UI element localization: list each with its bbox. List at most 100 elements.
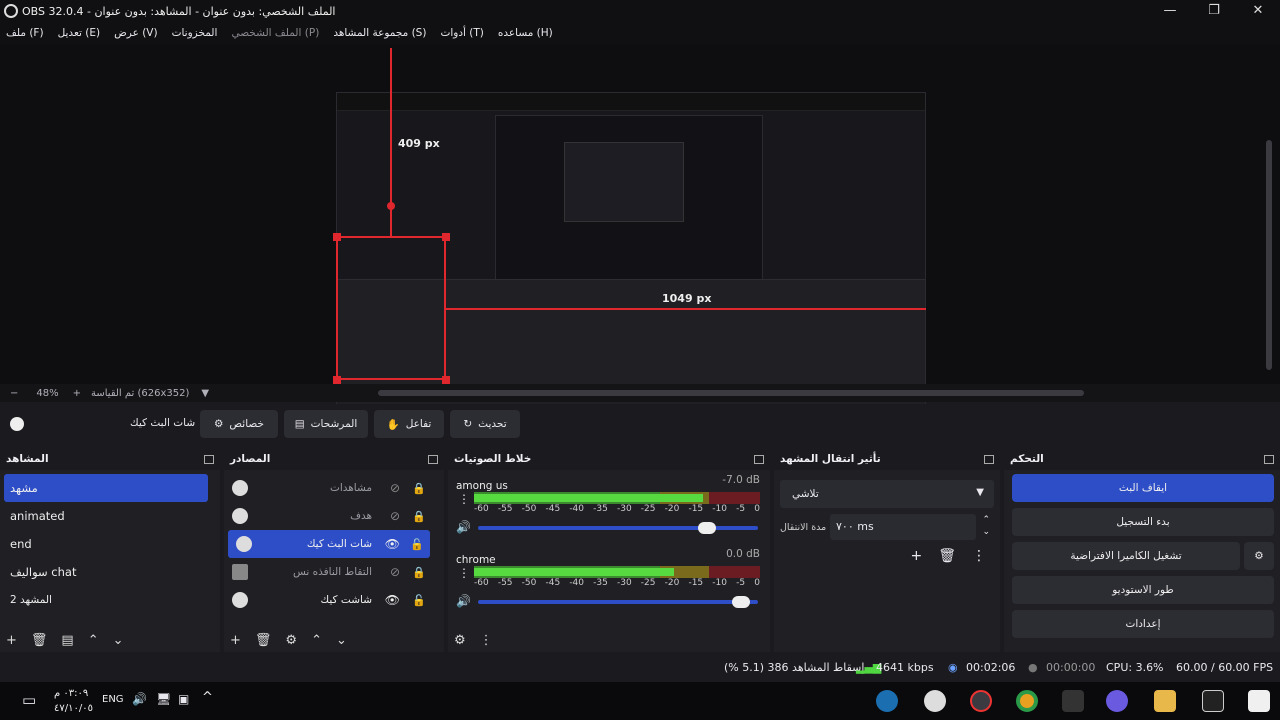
menu-view[interactable]: عرض (V) — [114, 27, 157, 39]
minimize-button[interactable]: — — [1148, 0, 1192, 22]
move-down-icon[interactable]: ⌄ — [113, 633, 124, 648]
source-row[interactable]: التقاط النافذه نس ⊘ 🔒 — [224, 558, 444, 586]
source-properties-icon[interactable]: ⚙ — [285, 633, 297, 648]
scene-item[interactable]: سواليف chat — [0, 558, 220, 586]
undock-icon[interactable] — [984, 454, 994, 464]
speaker-icon[interactable]: 🔊 — [456, 594, 471, 608]
unlock-icon[interactable]: 🔓 — [410, 538, 424, 551]
unlock-icon[interactable]: 🔓 — [412, 594, 426, 607]
resize-handle-bottomright[interactable] — [442, 376, 450, 384]
preview-horizontal-scrollbar[interactable] — [378, 390, 1084, 396]
scene-item[interactable]: end — [0, 530, 220, 558]
scene-item[interactable]: المشهد 2 — [0, 586, 220, 614]
resize-handle-topleft[interactable] — [333, 233, 341, 241]
volume-knob[interactable] — [698, 522, 716, 534]
menu-edit[interactable]: تعديل (E) — [58, 27, 101, 39]
add-source-icon[interactable]: + — [230, 633, 241, 648]
obs-icon[interactable] — [924, 690, 946, 712]
settings-button[interactable]: إعدادات — [1012, 610, 1274, 638]
file-explorer-icon[interactable] — [1154, 690, 1176, 712]
duration-stepper[interactable]: ⌃ ⌄ — [982, 514, 990, 538]
lock-icon[interactable]: 🔒 — [412, 510, 426, 523]
tray-expand-icon[interactable]: ^ — [202, 690, 213, 705]
notification-icon[interactable]: ▭ — [22, 691, 36, 709]
filters-button[interactable]: ▤ المرشحات — [284, 410, 368, 438]
channel-menu-icon[interactable]: ⋮ — [458, 492, 470, 506]
preview-vertical-scrollbar[interactable] — [1266, 140, 1272, 370]
volume-knob[interactable] — [731, 596, 750, 608]
resize-handle-topright[interactable] — [442, 233, 450, 241]
menu-docks[interactable]: المخزونات — [172, 27, 218, 39]
start-virtual-camera-button[interactable]: تشغيل الكاميرا الافتراضية — [1012, 542, 1240, 570]
obs-active-icon[interactable] — [970, 690, 992, 712]
source-row[interactable]: مشاهدات ⊘ 🔒 — [224, 474, 444, 502]
zoom-out-button[interactable]: − — [10, 388, 18, 399]
menu-scene-collection[interactable]: مجموعة المشاهد (S) — [333, 27, 426, 39]
stop-stream-button[interactable]: ايقاف البث — [1012, 474, 1274, 502]
advanced-audio-gear-icon[interactable]: ⚙ — [454, 633, 466, 648]
hidden-eye-icon[interactable]: ⊘ — [390, 509, 400, 523]
volume-slider[interactable] — [478, 522, 758, 534]
hidden-eye-icon[interactable]: ⊘ — [390, 481, 400, 495]
speaker-icon[interactable]: 🔊 — [456, 520, 471, 534]
menu-file[interactable]: ملف (F) — [6, 27, 44, 39]
menu-help[interactable]: مساعده (H) — [498, 27, 553, 39]
discord-icon[interactable] — [1106, 690, 1128, 712]
lock-icon[interactable]: 🔒 — [412, 482, 426, 495]
menu-profile[interactable]: الملف الشخصي (P) — [231, 27, 319, 39]
scene-filters-icon[interactable]: ▤ — [61, 633, 73, 648]
volume-slider[interactable] — [478, 596, 758, 608]
move-up-icon[interactable]: ⌃ — [88, 633, 99, 648]
interact-button[interactable]: ✋ تفاعل — [374, 410, 444, 438]
remove-scene-icon[interactable]: 🗑 — [31, 633, 48, 648]
undock-icon[interactable] — [1264, 454, 1274, 464]
close-button[interactable]: ✕ — [1236, 0, 1280, 22]
source-row[interactable]: شات البث كيك 👁 🔓 — [228, 530, 430, 558]
start-icon[interactable] — [1248, 690, 1270, 712]
properties-button[interactable]: ⚙ خصائص — [200, 410, 278, 438]
maximize-button[interactable]: ❐ — [1192, 0, 1236, 22]
task-view-icon[interactable] — [1202, 690, 1224, 712]
add-transition-icon[interactable]: + — [910, 548, 922, 564]
source-row[interactable]: هدف ⊘ 🔒 — [224, 502, 444, 530]
add-scene-icon[interactable]: + — [6, 633, 17, 648]
transition-menu-icon[interactable]: ⋮ — [972, 548, 986, 564]
start-recording-button[interactable]: بدء التسجيل — [1012, 508, 1274, 536]
lock-icon[interactable]: 🔒 — [412, 566, 426, 579]
move-down-icon[interactable]: ⌄ — [336, 633, 347, 648]
scene-item[interactable]: مشهد — [4, 474, 208, 502]
refresh-button[interactable]: ↻ تحديث — [450, 410, 520, 438]
hidden-eye-icon[interactable]: ⊘ — [390, 565, 400, 579]
eye-icon[interactable]: 👁 — [385, 593, 400, 607]
undock-icon[interactable] — [754, 454, 764, 464]
steam-icon[interactable] — [876, 690, 898, 712]
mixer-menu-icon[interactable]: ⋮ — [480, 633, 493, 648]
remove-source-icon[interactable]: 🗑 — [255, 633, 272, 648]
epic-games-icon[interactable] — [1062, 690, 1084, 712]
language-indicator[interactable]: ENG — [102, 694, 124, 705]
undock-icon[interactable] — [204, 454, 214, 464]
source-bounding-box[interactable] — [336, 236, 446, 380]
eye-icon[interactable]: 👁 — [385, 537, 400, 551]
chrome-icon[interactable] — [1016, 690, 1038, 712]
studio-mode-button[interactable]: طور الاستوديو — [1012, 576, 1274, 604]
channel-menu-icon[interactable]: ⋮ — [458, 566, 470, 580]
scene-item[interactable]: animated — [0, 502, 220, 530]
network-icon[interactable]: 🖥 — [156, 692, 171, 706]
volume-icon[interactable]: 🔊 — [132, 692, 147, 706]
zoom-dropdown-icon[interactable]: ▼ — [201, 388, 209, 399]
undock-icon[interactable] — [428, 454, 438, 464]
virtual-camera-settings-icon[interactable]: ⚙ — [1244, 542, 1274, 570]
meter-level — [474, 494, 703, 502]
duration-input[interactable]: ٧٠٠ ms — [830, 514, 976, 540]
transition-select[interactable]: تلاشي ▼ — [780, 480, 994, 508]
move-up-icon[interactable]: ⌃ — [311, 633, 322, 648]
system-tray-icon[interactable]: ▣ — [178, 692, 189, 706]
zoom-in-button[interactable]: + — [73, 388, 81, 399]
preview-canvas[interactable] — [0, 44, 1280, 426]
resize-handle-top[interactable] — [387, 202, 395, 210]
remove-transition-icon[interactable]: 🗑 — [938, 548, 956, 564]
resize-handle-bottomleft[interactable] — [333, 376, 341, 384]
source-row[interactable]: شاشت كيك 👁 🔓 — [224, 586, 444, 614]
menu-tools[interactable]: أدوات (T) — [440, 27, 483, 39]
